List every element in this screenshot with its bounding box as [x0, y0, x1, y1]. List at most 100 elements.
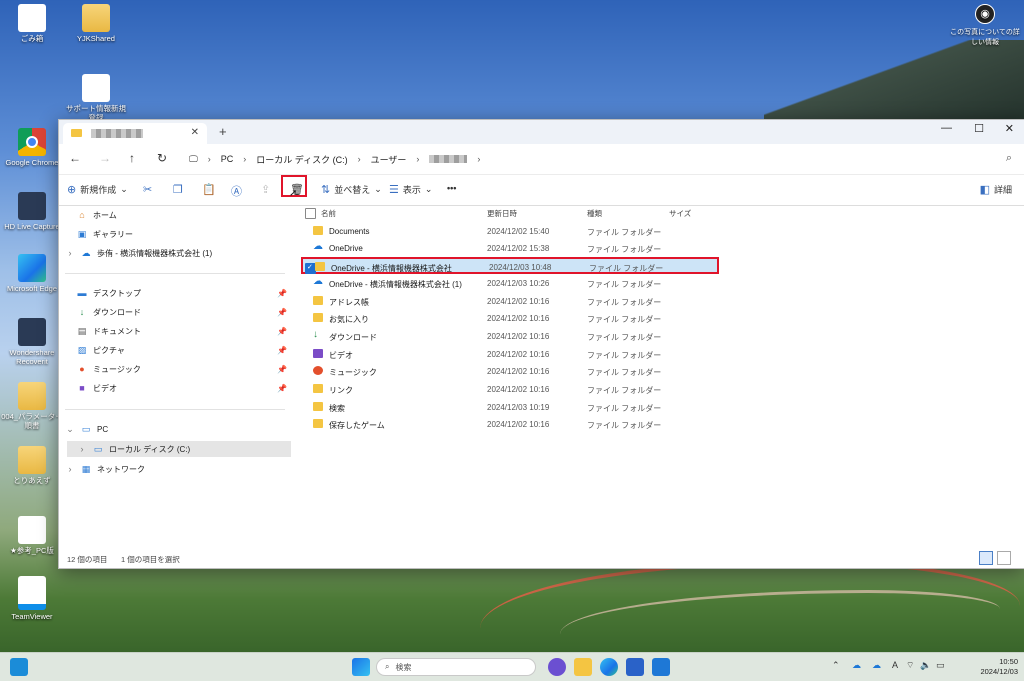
- tiles-view-icon[interactable]: [997, 551, 1011, 565]
- file-row-onedrive[interactable]: ☁ OneDrive 2024/12/02 15:38 ファイル フォルダー: [301, 240, 719, 257]
- column-size[interactable]: サイズ: [669, 208, 691, 219]
- file-explorer-taskbar-icon[interactable]: [574, 658, 592, 676]
- desktop-icon-hd-live-capture[interactable]: HD Live Capture: [0, 192, 64, 231]
- up-arrow-icon[interactable]: ↑: [129, 151, 135, 165]
- sidebar-item-pc[interactable]: ⌄ ▭ PC: [65, 421, 279, 437]
- file-row-downloads[interactable]: ↓ ダウンロード 2024/12/02 10:16 ファイル フォルダー: [301, 328, 719, 345]
- settings-app-icon[interactable]: [548, 658, 566, 676]
- minimize-button[interactable]: —: [941, 122, 952, 134]
- column-type[interactable]: 種類: [587, 208, 602, 219]
- chevron-up-icon[interactable]: ⌃: [832, 660, 840, 671]
- pin-icon[interactable]: 📌: [277, 327, 287, 336]
- volume-icon[interactable]: 🔈: [920, 660, 931, 671]
- desktop-icon-edge[interactable]: Microsoft Edge: [0, 254, 64, 293]
- desktop-icon-teamviewer[interactable]: TeamViewer: [0, 576, 64, 621]
- sidebar-item-gallery[interactable]: ▣ ギャラリー: [77, 226, 291, 242]
- file-row-documents[interactable]: Documents 2024/12/02 15:40 ファイル フォルダー: [301, 223, 719, 240]
- widgets-icon[interactable]: [10, 658, 28, 676]
- new-button[interactable]: ⊕ 新規作成 ⌄: [67, 183, 128, 196]
- details-pane-button[interactable]: ◧ 詳細: [980, 183, 1012, 196]
- onedrive-tray-icon[interactable]: ☁: [872, 660, 881, 671]
- file-row-onedrive-yokohama-1[interactable]: ☁ OneDrive - 横浜情報機器株式会社 (1) 2024/12/03 10…: [301, 275, 719, 292]
- share-button[interactable]: ⇪: [261, 183, 270, 196]
- cut-button[interactable]: ✂: [143, 183, 152, 196]
- drive-icon: ▭: [93, 443, 103, 454]
- refresh-icon[interactable]: ↻: [157, 151, 167, 165]
- store-icon[interactable]: [626, 658, 644, 676]
- folder-icon: [313, 384, 323, 393]
- file-row-favorites[interactable]: お気に入り 2024/12/02 10:16 ファイル フォルダー: [301, 310, 719, 327]
- back-arrow-icon[interactable]: ←: [69, 151, 81, 165]
- desktop-icon-chrome[interactable]: Google Chrome: [0, 128, 64, 167]
- rename-button[interactable]: Ⓐ: [231, 183, 242, 199]
- column-name[interactable]: 名前: [321, 208, 336, 219]
- file-row-onedrive-yokohama-selected[interactable]: OneDrive - 横浜情報機器株式会社2024/12/03 10:48ファイ…: [301, 257, 719, 274]
- sidebar-item-desktop[interactable]: ▬ デスクトップ 📌: [77, 285, 291, 301]
- pin-icon[interactable]: 📌: [277, 308, 287, 317]
- sidebar-item-onedrive[interactable]: › ☁ 歩侑 - 横浜情報機器株式会社 (1): [65, 245, 279, 261]
- battery-icon[interactable]: ▭: [936, 660, 945, 671]
- pin-icon[interactable]: 📌: [277, 289, 287, 298]
- sidebar-item-local-disk[interactable]: › ▭ ローカル ディスク (C:): [67, 441, 291, 457]
- sidebar-item-network[interactable]: › ▦ ネットワーク: [65, 461, 279, 477]
- pin-icon[interactable]: 📌: [277, 384, 287, 393]
- pin-icon[interactable]: 📌: [277, 365, 287, 374]
- wifi-icon[interactable]: ⌔: [906, 660, 914, 671]
- view-button[interactable]: ☰ 表示 ⌄: [389, 183, 432, 196]
- details-view-icon[interactable]: [979, 551, 993, 565]
- more-options-button[interactable]: •••: [447, 183, 456, 193]
- folder-icon: [82, 4, 110, 32]
- breadcrumb-pc[interactable]: PC: [221, 154, 234, 164]
- cloud-icon: ☁: [313, 241, 323, 252]
- forward-arrow-icon[interactable]: →: [99, 151, 111, 165]
- file-row-videos[interactable]: ビデオ 2024/12/02 10:16 ファイル フォルダー: [301, 346, 719, 363]
- tab-close-icon[interactable]: ✕: [191, 127, 199, 138]
- clock[interactable]: 10:50 2024/12/03: [980, 657, 1018, 677]
- navigation-pane: ⌂ ホーム ▣ ギャラリー › ☁ 歩侑 - 横浜情報機器株式会社 (1) ▬ デスクト…: [59, 205, 291, 545]
- breadcrumb-users[interactable]: ユーザー: [371, 153, 407, 166]
- file-row-saved-games[interactable]: 保存したゲーム 2024/12/02 10:16 ファイル フォルダー: [301, 416, 719, 433]
- desktop-icon-recoverit[interactable]: Wondershare Recoverit: [0, 318, 64, 366]
- search-icon[interactable]: ⌕: [1006, 152, 1012, 165]
- column-header: 名前 更新日時 種類 サイズ: [301, 205, 721, 221]
- onedrive-tray-icon[interactable]: ☁: [852, 660, 861, 671]
- folder-icon: [315, 262, 325, 271]
- desktop-icon-recycle-bin[interactable]: ごみ箱: [0, 4, 64, 43]
- explorer-tab[interactable]: ✕: [63, 123, 207, 144]
- desktop-icon-reference-pc[interactable]: ★参考_PC版: [0, 516, 64, 555]
- sidebar-item-home[interactable]: ⌂ ホーム: [77, 207, 291, 223]
- start-icon[interactable]: [352, 658, 370, 676]
- new-tab-button[interactable]: +: [219, 124, 227, 139]
- breadcrumb-local-disk[interactable]: ローカル ディスク (C:): [256, 153, 347, 166]
- sidebar-item-videos[interactable]: ■ ビデオ 📌: [77, 380, 291, 396]
- sidebar-item-pictures[interactable]: ▨ ピクチャ 📌: [77, 342, 291, 358]
- folder-icon: [313, 296, 323, 305]
- maximize-button[interactable]: ☐: [974, 122, 984, 135]
- breadcrumb-user-redacted[interactable]: [429, 155, 468, 163]
- edge-taskbar-icon[interactable]: [600, 658, 618, 676]
- sort-button[interactable]: ⇅ 並べ替え ⌄: [321, 183, 382, 196]
- paste-button[interactable]: 📋: [202, 183, 216, 196]
- photo-info-button[interactable]: ◉ この写真についての詳しい情報: [950, 4, 1020, 47]
- sidebar-item-documents[interactable]: ▤ ドキュメント 📌: [77, 323, 291, 339]
- app-taskbar-icon[interactable]: [652, 658, 670, 676]
- desktop-icon-toriaezu[interactable]: とりあえず: [0, 446, 64, 485]
- sidebar-item-downloads[interactable]: ↓ ダウンロード 📌: [77, 304, 291, 320]
- copy-button[interactable]: ❐: [173, 183, 183, 196]
- file-row-music[interactable]: ミュージック 2024/12/02 10:16 ファイル フォルダー: [301, 363, 719, 380]
- taskbar-search[interactable]: ⌕ 検索: [376, 658, 536, 676]
- select-all-checkbox[interactable]: [305, 208, 316, 219]
- pin-icon[interactable]: 📌: [277, 346, 287, 355]
- column-date[interactable]: 更新日時: [487, 208, 517, 219]
- desktop-icon-parameter-folder[interactable]: 004_パラメーター順書: [0, 382, 64, 430]
- search-icon: ⌕: [385, 662, 390, 671]
- desktop-icon-support-info[interactable]: サポート情報新規登録: [64, 74, 128, 122]
- breadcrumb[interactable]: 🖵 › PC › ローカル ディスク (C:) › ユーザー › ›: [189, 144, 480, 174]
- file-row-address-book[interactable]: アドレス帳 2024/12/02 10:16 ファイル フォルダー: [301, 293, 719, 310]
- sidebar-item-music[interactable]: ● ミュージック 📌: [77, 361, 291, 377]
- desktop-icon-yjkshared[interactable]: YJKShared: [64, 4, 128, 43]
- ime-icon[interactable]: A: [892, 660, 898, 670]
- file-row-links[interactable]: リンク 2024/12/02 10:16 ファイル フォルダー: [301, 381, 719, 398]
- close-button[interactable]: ✕: [1005, 122, 1014, 135]
- file-row-searches[interactable]: 検索 2024/12/03 10:19 ファイル フォルダー: [301, 399, 719, 416]
